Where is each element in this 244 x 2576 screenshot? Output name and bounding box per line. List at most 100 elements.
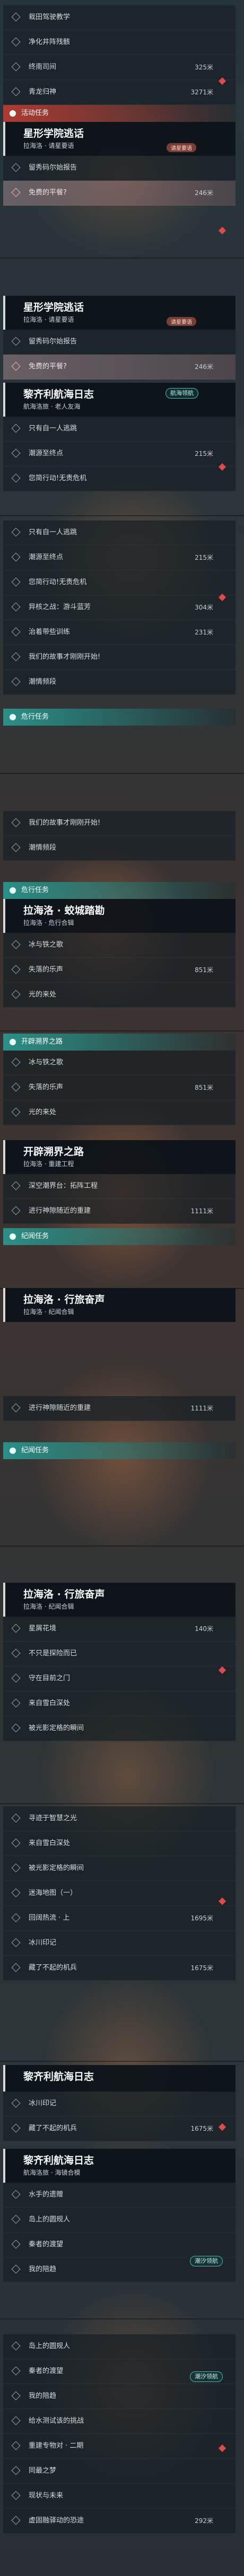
task-label: 免费的平餐? <box>29 189 67 197</box>
quest-header[interactable]: 拉海洛 · 行旅奋声 拉海洛 · 纪闻合辑 <box>3 1583 236 1617</box>
task-row[interactable]: 深空潮界台：拓阵工程 <box>3 1174 236 1199</box>
task-row[interactable]: 进行神隙随近的重建 1111米 <box>3 1199 236 1224</box>
task-label: 青龙归神 <box>29 88 57 96</box>
category-record[interactable]: 纪闻任务 <box>3 1228 236 1245</box>
diamond-check-icon <box>11 188 21 197</box>
quest-title: 开辟溯界之路 <box>23 1146 84 1158</box>
task-list: 拉海洛 · 行旅奋声 拉海洛 · 纪闻合辑 星屑花境 140米 不只是探险而已 守在… <box>3 1583 236 1741</box>
task-row[interactable]: 岛上的圆规人 <box>3 2208 236 2233</box>
task-row[interactable]: 藏了不起的机兵 1675米 <box>3 2116 236 2141</box>
task-distance: 246米 <box>195 189 213 197</box>
task-row[interactable]: 水手的遗赠 <box>3 2183 236 2208</box>
task-row[interactable]: 失落的乐声 851米 <box>3 1075 236 1100</box>
task-row[interactable]: 留秀码尔始报告 <box>3 330 236 355</box>
task-row[interactable]: 迷海地图（一） <box>3 1881 236 1906</box>
category-danger[interactable]: 危行任务 <box>3 709 236 726</box>
task-row[interactable]: 星屑花境 140米 <box>3 1617 236 1642</box>
quest-header[interactable]: 拉海洛 · 行旅奋声 拉海洛 · 纪闻合辑 <box>3 1288 236 1322</box>
diamond-check-icon <box>11 1838 21 1848</box>
task-row[interactable]: 净化井阵残骸 <box>3 30 236 55</box>
task-row[interactable]: 栽田驾驶教学 <box>3 5 236 30</box>
danger-icon <box>10 714 16 720</box>
task-row[interactable]: 青龙归神 3271米 <box>3 80 236 105</box>
task-distance: 292米 <box>195 2517 213 2525</box>
diamond-check-icon <box>11 2441 21 2450</box>
task-row[interactable]: 被光影定格的瞬间 <box>3 1856 236 1881</box>
task-list: 星形学院逃话 拉海洛 · 请星要语 请星要语 留秀码尔始报告 免费的平餐? 246米 … <box>3 296 236 491</box>
quest-subtitle: 航海洛旅 · 海镜合模 <box>23 2169 81 2176</box>
task-row[interactable]: 守在目前之门 <box>3 1666 236 1691</box>
task-row[interactable]: 寻迹于智慧之光 <box>3 1806 236 1831</box>
task-row[interactable]: 被光影定格的瞬间 <box>3 1716 236 1741</box>
task-label: 只有自一人逃跳 <box>29 425 77 433</box>
task-row[interactable]: 秦者的渡望 <box>3 2233 236 2257</box>
quest-title: 拉海洛 · 蛟城踏勘 <box>23 905 105 916</box>
task-row[interactable]: 终南司间 325米 <box>3 55 236 80</box>
task-row[interactable]: 您简行动!无责危机 <box>3 466 236 491</box>
task-row[interactable]: 异核之战：游斗蓝芳 304米 <box>3 595 236 620</box>
task-row[interactable]: 给水测试该的挑战 <box>3 2409 236 2434</box>
task-row-selected[interactable]: 免费的平餐? 246米 <box>3 181 236 206</box>
diamond-check-icon <box>11 2416 21 2425</box>
quest-subtitle: 拉海洛 · 重建工程 <box>23 1160 74 1168</box>
task-row[interactable]: 现状与未来 <box>3 2484 236 2509</box>
quest-subtitle: 拉海洛 · 纪闻合辑 <box>23 1603 74 1610</box>
task-row[interactable]: 冰与铁之歌 <box>3 1051 236 1075</box>
task-row[interactable]: 重建专物对 · 二期 <box>3 2434 236 2459</box>
diamond-check-icon <box>11 2366 21 2376</box>
quest-header[interactable]: 黎齐利航海日志 航海洛旅 · 海镜合模 <box>3 2149 236 2183</box>
task-row[interactable]: 只有自一人逃跳 <box>3 521 236 545</box>
category-danger[interactable]: 危行任务 <box>3 882 236 899</box>
diamond-check-icon <box>11 1938 21 1947</box>
task-row[interactable]: 岛上的圆规人 <box>3 2334 236 2359</box>
task-row[interactable]: 我的陪趋 <box>3 2384 236 2409</box>
task-label: 给水测试该的挑战 <box>29 2417 84 2425</box>
diamond-check-icon <box>11 361 21 371</box>
task-row[interactable]: 冰与铁之歌 <box>3 933 236 958</box>
task-row[interactable]: 失落的乐声 851米 <box>3 958 236 983</box>
quest-header[interactable]: 黎齐利航海日志 <box>3 2065 236 2092</box>
task-row[interactable]: 只有自一人逃跳 <box>3 417 236 442</box>
task-row[interactable]: 光的来处 <box>3 983 236 1008</box>
task-row[interactable]: 您简行动!无责危机 <box>3 570 236 595</box>
quest-header[interactable]: 星形学院逃话 拉海洛 · 请星要语 请星要语 <box>3 296 236 330</box>
category-record[interactable]: 纪闻任务 <box>3 1442 236 1459</box>
quest-header[interactable]: 星形学院逃话 拉海洛 · 请星要语 请星要语 <box>3 122 236 156</box>
task-row[interactable]: 进行神隙随近的重建 1111米 <box>3 1396 236 1421</box>
task-label: 藏了不起的机兵 <box>29 1964 77 1972</box>
task-row[interactable]: 我们的故事才刚刚开始! <box>3 811 236 836</box>
task-row[interactable]: 来自雪白深处 <box>3 1831 236 1856</box>
task-distance: 3271米 <box>190 89 213 96</box>
quest-header[interactable]: 黎齐利航海日志 航海洛旅 · 老人友海 航海领航 <box>3 383 236 417</box>
task-row[interactable]: 潮情频段 <box>3 670 236 695</box>
task-row[interactable]: 光的来处 <box>3 1100 236 1125</box>
task-row[interactable]: 回阔热流 · 上 1695米 <box>3 1906 236 1931</box>
task-row[interactable]: 虚固融驿动的恐途 292米 <box>3 2509 236 2534</box>
quest-header[interactable]: 拉海洛 · 蛟城踏勘 拉海洛 · 危行合辑 <box>3 899 236 933</box>
header-accent-bar <box>3 383 5 417</box>
task-row[interactable]: 治着带些训练 231米 <box>3 620 236 645</box>
quest-header[interactable]: 开辟溯界之路拉海洛 · 重建工程 <box>3 1140 236 1174</box>
category-frontier[interactable]: 开辟溯界之路 <box>3 1034 236 1051</box>
category-activity[interactable]: 活动任务 <box>3 105 236 122</box>
task-row[interactable]: 我们的故事才刚刚开始! <box>3 645 236 670</box>
task-row[interactable]: 留秀码尔始报告 <box>3 156 236 181</box>
task-row[interactable]: 来自雪白深处 <box>3 1691 236 1716</box>
task-row[interactable]: 同最之梦 <box>3 2459 236 2484</box>
task-row[interactable]: 冰川印记 <box>3 2092 236 2116</box>
task-row[interactable]: 潮情频段 <box>3 836 236 861</box>
record-icon <box>10 1448 16 1454</box>
task-label: 水手的遗赠 <box>29 2191 64 2199</box>
diamond-check-icon <box>11 990 21 999</box>
diamond-check-icon <box>11 2215 21 2224</box>
task-label: 您简行动!无责危机 <box>29 578 87 586</box>
task-row[interactable]: 冰川印记 <box>3 1931 236 1956</box>
task-row[interactable]: 潮源至终点 215米 <box>3 442 236 466</box>
task-row-selected[interactable]: 免费的平餐? 246米 <box>3 355 236 380</box>
screen-1: 栽田驾驶教学 净化井阵残骸 终南司间 325米 青龙归神 3271米 活动任务 星形… <box>0 0 244 258</box>
task-row[interactable]: 藏了不起的机兵 1675米 <box>3 1956 236 1981</box>
danger-icon <box>10 887 16 894</box>
quest-title: 黎齐利航海日志 <box>23 2071 94 2083</box>
task-row[interactable]: 不只是探险而已 <box>3 1642 236 1666</box>
task-row[interactable]: 潮源至终点 215米 <box>3 545 236 570</box>
